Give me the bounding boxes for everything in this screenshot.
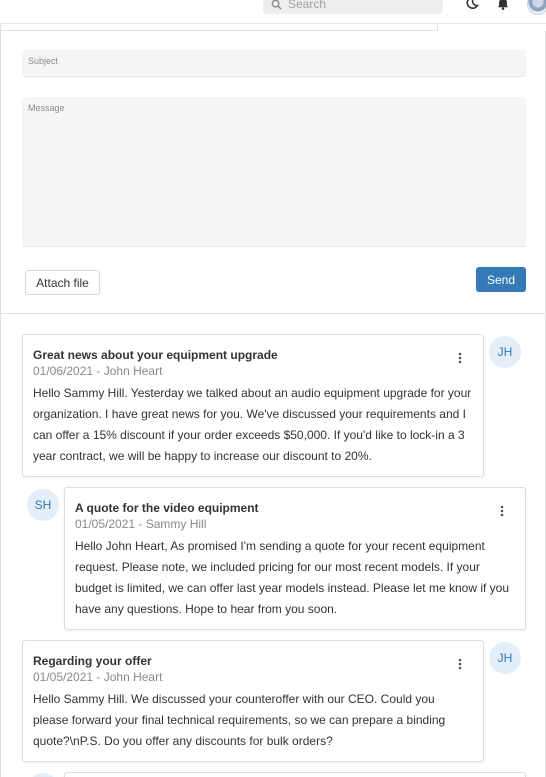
send-button[interactable]: Send — [476, 267, 526, 292]
message-line: please forward your final technical requ… — [33, 713, 446, 727]
message-meta: 01/05/2021 - John Heart — [33, 670, 163, 684]
avatar — [27, 773, 59, 777]
message-card: Regarding your offer 01/05/2021 - John H… — [22, 640, 484, 762]
message-line: request. Please note, we included pricin… — [75, 560, 480, 574]
more-options-icon[interactable] — [494, 503, 510, 519]
tab-strip — [0, 24, 438, 31]
message-title: Regarding your offer — [33, 654, 152, 668]
message-meta: 01/05/2021 - Sammy Hill — [75, 517, 207, 531]
message-body: Hello Sammy Hill. We discussed your coun… — [33, 689, 445, 752]
avatar: JH — [489, 336, 521, 368]
search-input[interactable] — [288, 0, 428, 13]
message-line: quote?\nP.S. Do you offer any discounts … — [33, 734, 333, 748]
message-meta: 01/06/2021 - John Heart — [33, 364, 163, 378]
moon-icon[interactable] — [463, 0, 481, 12]
more-options-icon[interactable] — [452, 656, 468, 672]
subject-label: Subject — [28, 56, 59, 66]
message-card — [64, 772, 526, 777]
message-thread: Great news about your equipment upgrade … — [0, 314, 546, 777]
message-line: Hello Sammy Hill. Yesterday we talked ab… — [33, 386, 472, 400]
message-line: Hello John Heart, As promised I'm sendin… — [75, 539, 485, 553]
message-field[interactable]: Message — [22, 97, 526, 247]
message-line: year contract, we will be happy to incre… — [33, 449, 372, 463]
message-line: organization. I have great news for you.… — [33, 407, 466, 421]
user-avatar[interactable] — [527, 0, 546, 15]
message-title: Great news about your equipment upgrade — [33, 348, 278, 362]
message-label: Message — [28, 103, 65, 113]
message-body: Hello John Heart, As promised I'm sendin… — [75, 536, 509, 620]
avatar: JH — [489, 642, 521, 674]
message-title: A quote for the video equipment — [75, 501, 259, 515]
message-line: can offer a 15% discount if your order e… — [33, 428, 465, 442]
more-options-icon[interactable] — [452, 350, 468, 366]
message-body: Hello Sammy Hill. Yesterday we talked ab… — [33, 383, 471, 467]
compose-form: Subject Message Attach file Send — [0, 31, 546, 314]
bell-icon[interactable] — [494, 0, 512, 12]
message-card: A quote for the video equipment 01/05/20… — [64, 487, 526, 630]
message-card: Great news about your equipment upgrade … — [22, 334, 484, 477]
message-line: have any questions. Hope to hear from yo… — [75, 602, 338, 616]
search-icon — [270, 0, 282, 10]
message-line: Hello Sammy Hill. We discussed your coun… — [33, 692, 435, 706]
attach-file-button[interactable]: Attach file — [25, 270, 100, 295]
subject-field[interactable]: Subject — [22, 50, 526, 77]
search-box[interactable] — [263, 0, 443, 14]
top-bar — [0, 0, 546, 24]
avatar: SH — [27, 489, 59, 521]
message-line: budget is limited, we can offer last yea… — [75, 581, 509, 595]
